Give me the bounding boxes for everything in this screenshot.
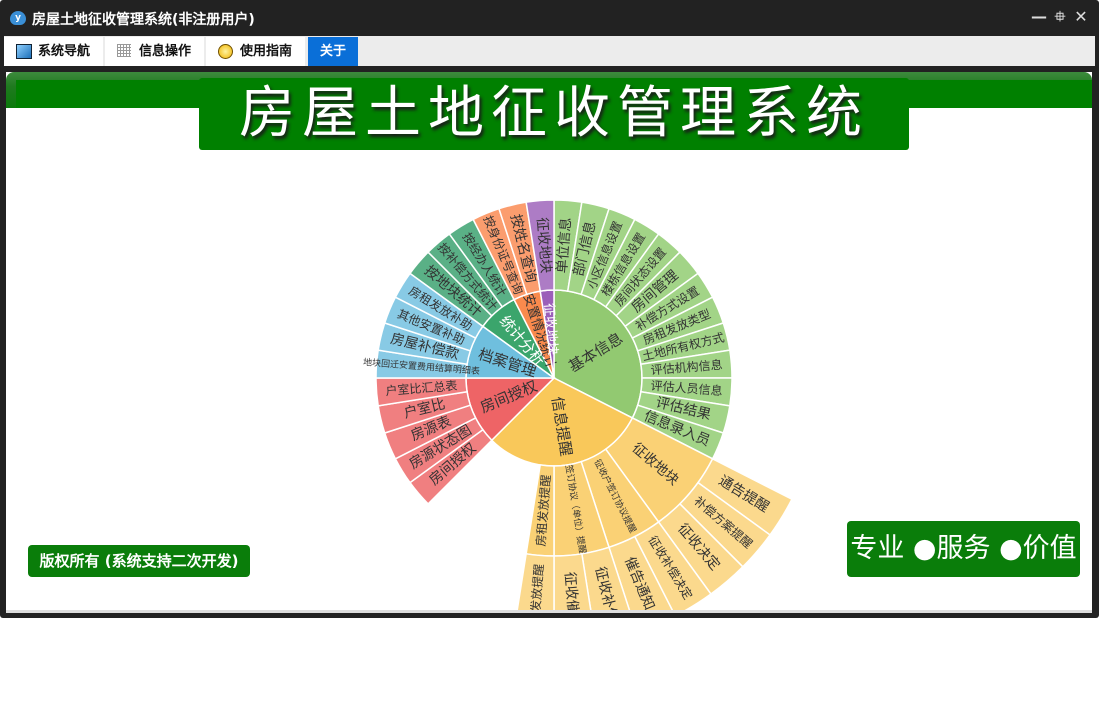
tab-label: 信息操作 [139,44,192,59]
slogan-badge: 专业 ●服务 ●价值 [847,521,1080,577]
tab-about[interactable]: 关于 [308,37,358,66]
monitor-icon [16,44,32,59]
sunburst-subitem-label: 征收催告 [561,571,581,610]
app-window: y 房屋土地征收管理系统(非注册用户) — ⯐ ✕ 系统导航 信息操作 使用指南… [0,0,1099,618]
help-icon [218,44,233,59]
bottom-border [6,610,1092,613]
window-title: 房屋土地征收管理系统(非注册用户) [32,12,255,28]
tab-user-guide[interactable]: 使用指南 [206,37,305,66]
tab-label: 关于 [320,44,347,59]
app-logo-icon: y [10,11,26,25]
tab-info-ops[interactable]: 信息操作 [105,37,204,66]
minimize-button[interactable]: — [1031,8,1047,26]
tab-label: 系统导航 [38,44,91,59]
about-panel: 房屋土地征收管理系统 单位信息 部门信息 小区信息设置 楼栋信息设置 房间状态设置 房间管… [6,72,1092,610]
grid-icon [117,44,131,57]
restore-button[interactable]: ⯐ [1052,8,1068,26]
tab-system-nav[interactable]: 系统导航 [4,37,103,66]
title-bar[interactable]: y 房屋土地征收管理系统(非注册用户) — ⯐ ✕ [0,0,1099,36]
copyright-badge: 版权所有 (系统支持二次开发) [28,545,250,577]
tab-label: 使用指南 [240,44,293,59]
close-button[interactable]: ✕ [1073,8,1089,26]
tab-bar: 系统导航 信息操作 使用指南 关于 [4,36,1095,66]
